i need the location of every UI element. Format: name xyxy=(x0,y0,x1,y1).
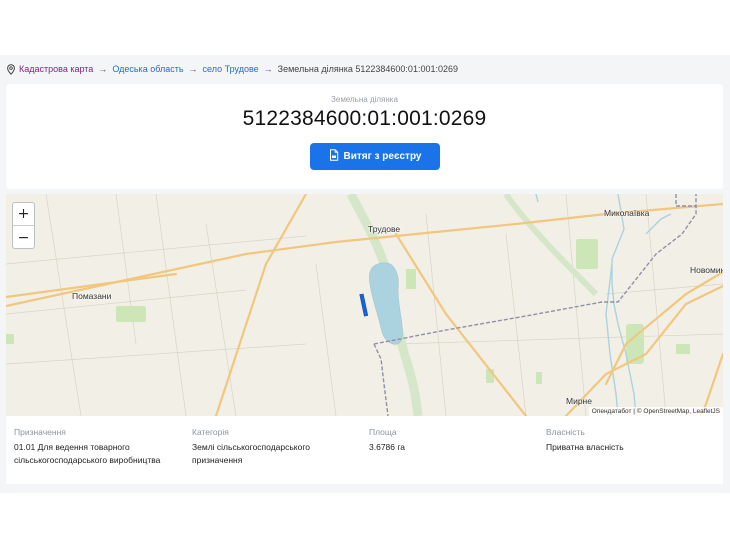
breadcrumb-region[interactable]: Одеська область xyxy=(112,64,183,74)
map-label-myrne: Мирне xyxy=(566,396,592,406)
map-label-mykolaivka: Миколаївка xyxy=(604,208,650,218)
ownership-value: Приватна власність xyxy=(546,442,624,452)
category-label: Категорія xyxy=(192,427,229,437)
area-value: 3.6786 га xyxy=(369,442,406,452)
breadcrumb: Кадастрова карта → Одеська область → сел… xyxy=(6,62,458,76)
area-label: Площа xyxy=(369,427,397,437)
breadcrumb-village[interactable]: село Трудове xyxy=(203,64,259,74)
cadastral-map[interactable]: + − Трудове Миколаївка Помазани Новомин … xyxy=(6,194,723,416)
category-value: Землі сільськогосподарського призначення xyxy=(192,442,310,465)
pdf-document-icon xyxy=(329,149,339,164)
category-field: Категорія Землі сільськогосподарського п… xyxy=(192,426,342,467)
registry-extract-label: Витяг з реєстру xyxy=(343,151,422,162)
page-subtitle: Земельна ділянка xyxy=(331,95,398,104)
page-title: 5122384600:01:001:0269 xyxy=(242,107,487,130)
map-attribution[interactable]: Опендатабот | © OpenStreetMap, LeafletJS xyxy=(588,407,723,416)
map-tiles xyxy=(6,194,723,416)
map-label-novomyn: Новомин xyxy=(690,265,723,275)
map-label-trudove: Трудове xyxy=(368,224,401,234)
breadcrumb-separator: → xyxy=(263,64,273,74)
breadcrumb-current: Земельна ділянка 5122384600:01:001:0269 xyxy=(277,64,458,74)
registry-extract-button[interactable]: Витяг з реєстру xyxy=(310,143,440,170)
parcel-info-card: Призначення 01.01 Для ведення товарного … xyxy=(6,416,723,484)
breadcrumb-cadastral-map[interactable]: Кадастрова карта xyxy=(19,64,93,74)
breadcrumb-separator: → xyxy=(98,64,108,74)
ownership-label: Власність xyxy=(546,427,585,437)
zoom-out-button[interactable]: − xyxy=(13,226,34,249)
map-pin-icon xyxy=(6,63,16,75)
area-field: Площа 3.6786 га xyxy=(369,426,519,454)
parcel-header-card: Земельна ділянка 5122384600:01:001:0269 … xyxy=(6,84,723,189)
breadcrumb-separator: → xyxy=(188,64,198,74)
zoom-in-button[interactable]: + xyxy=(13,203,34,226)
purpose-field: Призначення 01.01 Для ведення товарного … xyxy=(14,426,184,467)
ownership-field: Власність Приватна власність xyxy=(546,426,716,454)
zoom-control: + − xyxy=(12,202,35,249)
purpose-value: 01.01 Для ведення товарного сільськогосп… xyxy=(14,442,161,465)
map-label-pomazany: Помазани xyxy=(72,291,112,301)
parcel-polygon[interactable] xyxy=(359,293,369,317)
purpose-label: Призначення xyxy=(14,427,66,437)
